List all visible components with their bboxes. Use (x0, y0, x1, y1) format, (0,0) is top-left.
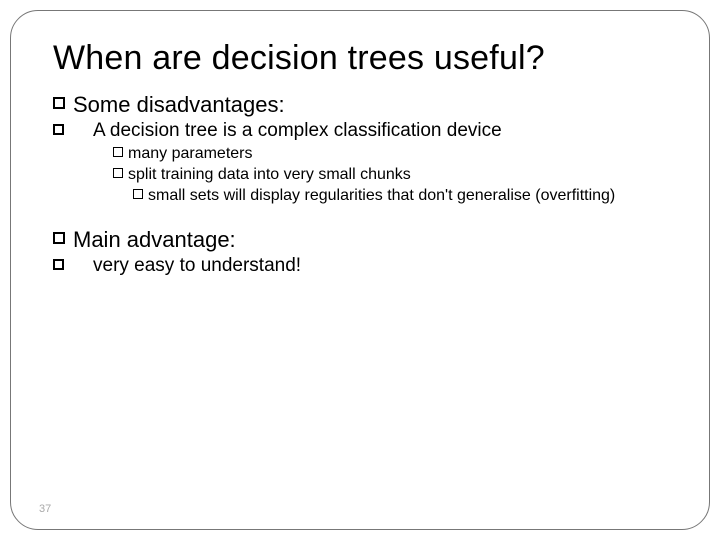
page-number: 37 (39, 503, 51, 515)
bullet-many-parameters: many parameters (53, 144, 667, 164)
bullet-split-training: split training data into very small chun… (53, 165, 667, 185)
section-disadvantages-heading: Some disadvantages: (73, 92, 285, 117)
square-bullet-icon (113, 147, 123, 157)
bullet-overfitting: small sets will display regularities tha… (53, 186, 667, 206)
disadvantage-subpoint-text: A decision tree is a complex classificat… (93, 120, 502, 141)
square-bullet-icon (113, 168, 123, 178)
bullet-many-parameters-text: many parameters (128, 144, 253, 164)
bullet-overfitting-text: small sets will display regularities tha… (148, 186, 615, 206)
slide-frame: When are decision trees useful? Some dis… (10, 10, 710, 530)
advantage-subpoint: very easy to understand! (53, 255, 667, 277)
advantage-subpoint-text: very easy to understand! (93, 255, 301, 276)
spacer (53, 207, 667, 223)
section-disadvantages: Some disadvantages: (53, 92, 667, 118)
slide-title: When are decision trees useful? (53, 39, 667, 78)
disadvantage-subpoint: A decision tree is a complex classificat… (53, 120, 667, 142)
square-bullet-icon (133, 189, 143, 199)
section-advantage-heading: Main advantage: (73, 227, 236, 252)
section-advantage: Main advantage: (53, 227, 667, 253)
bullet-split-training-text: split training data into very small chun… (128, 165, 411, 185)
